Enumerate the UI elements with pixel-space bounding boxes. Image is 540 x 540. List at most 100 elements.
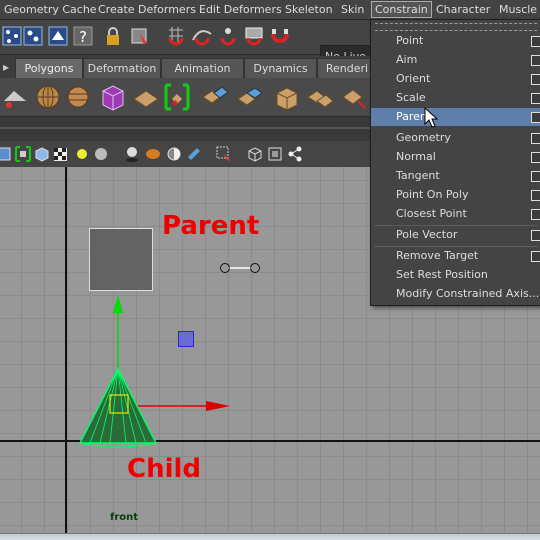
high-quality-icon[interactable]	[144, 145, 162, 163]
option-box-icon[interactable]	[531, 74, 540, 85]
poly-tool-icon[interactable]	[0, 81, 30, 113]
menu-item-modify-constrained-axis[interactable]: Modify Constrained Axis...	[371, 285, 540, 303]
shelf-options-icon[interactable]: ▸	[3, 59, 13, 75]
append-polygon-icon[interactable]	[340, 81, 370, 113]
menu-item-parent[interactable]: Parent	[371, 108, 540, 126]
poly-cube-icon[interactable]	[98, 81, 128, 113]
option-box-icon[interactable]	[531, 171, 540, 182]
menu-geometry-cache[interactable]: Geometry Cache	[1, 2, 100, 17]
tab-polygons[interactable]: Polygons	[15, 58, 83, 78]
smooth-shade-icon[interactable]	[33, 145, 51, 163]
hierarchy-icon[interactable]	[286, 145, 304, 163]
svg-text:?: ?	[79, 28, 87, 46]
menu-item-remove-target[interactable]: Remove Target	[371, 247, 540, 265]
option-box-icon[interactable]	[531, 55, 540, 66]
menu-item-label: Scale	[396, 91, 426, 104]
option-box-icon[interactable]	[531, 133, 540, 144]
camera-name-label: front	[110, 512, 139, 523]
menu-item-label: Tangent	[396, 169, 440, 182]
parent-annotation: Parent	[162, 211, 260, 241]
make-live-icon[interactable]	[268, 24, 292, 48]
option-box-icon[interactable]	[531, 251, 540, 262]
tab-rendering[interactable]: Renderi	[317, 58, 377, 78]
menu-item-label: Remove Target	[396, 249, 479, 262]
bridge-icon[interactable]	[305, 81, 335, 113]
help-icon[interactable]: ?	[71, 24, 95, 48]
poly-plane-icon[interactable]	[131, 81, 161, 113]
lock-icon[interactable]	[101, 24, 125, 48]
poly-sphere-icon[interactable]	[33, 81, 63, 113]
option-box-icon[interactable]	[531, 112, 540, 123]
use-default-light-icon[interactable]	[73, 145, 91, 163]
wireframe-icon[interactable]	[0, 145, 14, 163]
menu-item-orient[interactable]: Orient	[371, 70, 540, 88]
menu-skin[interactable]: Skin	[338, 2, 367, 17]
menu-constrain[interactable]: Constrain	[371, 1, 432, 18]
menu-edit-deformers[interactable]: Edit Deformers	[196, 2, 285, 17]
option-box-icon[interactable]	[531, 209, 540, 220]
isolate-select-icon[interactable]	[215, 145, 233, 163]
menu-item-label: Modify Constrained Axis...	[396, 287, 540, 300]
tab-dynamics[interactable]: Dynamics	[244, 58, 317, 78]
tear-off-handle[interactable]	[375, 23, 537, 31]
option-box-icon[interactable]	[531, 230, 540, 241]
menu-item-normal[interactable]: Normal	[371, 148, 540, 166]
menu-skeleton[interactable]: Skeleton	[282, 2, 336, 17]
menu-muscle[interactable]: Muscle	[496, 2, 540, 17]
menu-item-label: Pole Vector	[396, 228, 458, 241]
select-by-object-icon[interactable]	[21, 24, 45, 48]
time-slider-strip[interactable]	[0, 533, 540, 540]
poly-sphere-alt-icon[interactable]	[63, 81, 93, 113]
menu-item-closest-point[interactable]: Closest Point	[371, 205, 540, 223]
wireframe-on-shaded-icon[interactable]	[14, 145, 32, 163]
menu-item-label: Normal	[396, 150, 436, 163]
menu-item-pole-vector[interactable]: Pole Vector	[371, 226, 540, 244]
extract-icon[interactable]	[200, 81, 230, 113]
maya-window: Geometry Cache Create Deformers Edit Def…	[0, 0, 540, 540]
ambient-occlusion-icon[interactable]	[165, 145, 183, 163]
tab-deformation[interactable]: Deformation	[83, 58, 161, 78]
menu-character[interactable]: Character	[433, 2, 493, 17]
child-object[interactable]	[78, 289, 238, 449]
separate-icon[interactable]	[235, 81, 265, 113]
menu-item-label: Aim	[396, 53, 418, 66]
parent-object[interactable]	[89, 228, 153, 291]
extrude-icon[interactable]	[272, 81, 302, 113]
menu-item-label: Point On Poly	[396, 188, 469, 201]
menu-item-tangent[interactable]: Tangent	[371, 167, 540, 185]
shadows-icon[interactable]	[123, 145, 141, 163]
tab-animation[interactable]: Animation	[161, 58, 244, 78]
snap-to-grid-icon[interactable]	[164, 24, 188, 48]
snap-to-view-plane-icon[interactable]	[242, 24, 266, 48]
menu-item-label: Point	[396, 34, 424, 47]
menu-item-set-rest-position[interactable]: Set Rest Position	[371, 266, 540, 284]
option-box-icon[interactable]	[531, 36, 540, 47]
menu-item-aim[interactable]: Aim	[371, 51, 540, 69]
constrain-menu-dropdown: Point Aim Orient Scale Parent Geometry N…	[370, 19, 540, 306]
menu-create-deformers[interactable]: Create Deformers	[95, 2, 199, 17]
snap-to-curve-icon[interactable]	[190, 24, 214, 48]
xray-joints-icon[interactable]	[266, 145, 284, 163]
option-box-icon[interactable]	[531, 93, 540, 104]
menu-item-geometry[interactable]: Geometry	[371, 129, 540, 147]
menu-item-scale[interactable]: Scale	[371, 89, 540, 107]
select-highlight-icon[interactable]	[128, 24, 152, 48]
option-box-icon[interactable]	[531, 152, 540, 163]
xray-icon[interactable]	[246, 145, 264, 163]
motion-blur-icon[interactable]	[185, 145, 203, 163]
mouse-cursor-icon	[424, 107, 438, 128]
select-by-component-icon[interactable]	[46, 24, 70, 48]
menu-item-label: Orient	[396, 72, 431, 85]
locator-object[interactable]	[217, 260, 265, 276]
use-all-lights-icon[interactable]	[92, 145, 110, 163]
menu-item-label: Geometry	[396, 131, 451, 144]
menu-item-point-on-poly[interactable]: Point On Poly	[371, 186, 540, 204]
menu-item-point[interactable]: Point	[371, 32, 540, 50]
textured-icon[interactable]	[52, 145, 70, 163]
grid-axis-vertical	[65, 167, 67, 540]
combine-icon[interactable]	[162, 81, 192, 113]
menu-item-label: Closest Point	[396, 207, 467, 220]
option-box-icon[interactable]	[531, 190, 540, 201]
menu-bar: Geometry Cache Create Deformers Edit Def…	[0, 0, 540, 20]
snap-to-point-icon[interactable]	[216, 24, 240, 48]
